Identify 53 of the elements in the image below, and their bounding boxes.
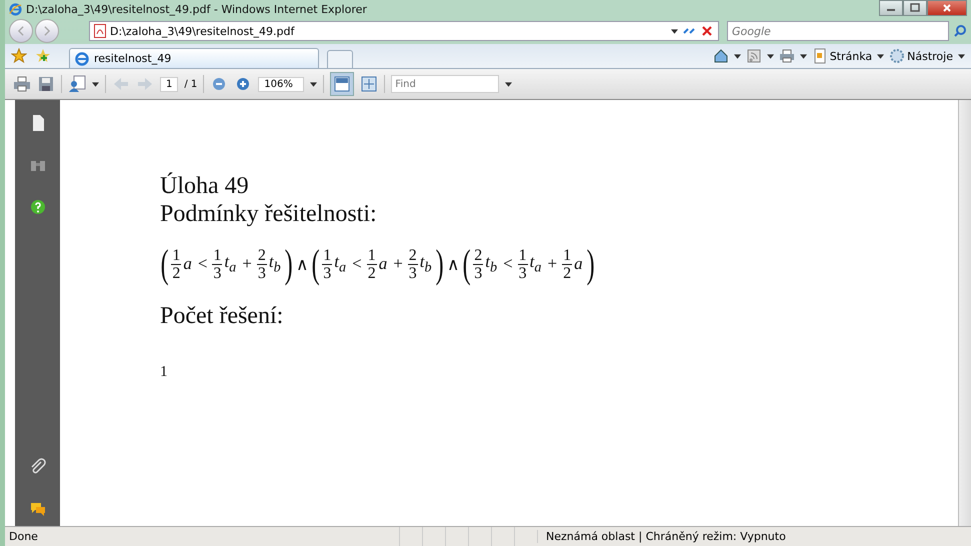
printer-icon[interactable] — [778, 48, 795, 64]
gear-icon — [889, 48, 906, 64]
printer-icon[interactable] — [13, 75, 31, 93]
tools-menu-button[interactable]: Nástroje — [889, 48, 953, 64]
close-button[interactable] — [927, 0, 967, 16]
address-text: D:\zaloha_3\49\resitelnost_49.pdf — [110, 24, 296, 38]
close-icon — [942, 3, 952, 13]
window-title: D:\zaloha_3\49\resitelnost_49.pdf - Windows Internet Explorer — [26, 2, 367, 16]
minimize-button[interactable] — [879, 0, 903, 16]
add-favorite-icon[interactable] — [35, 48, 51, 64]
browser-logo-icon — [74, 50, 90, 66]
dropdown-caret-icon[interactable] — [958, 54, 965, 58]
zone-status: Neznámá oblast | Chráněný režim: Vypnuto — [537, 530, 786, 543]
home-icon[interactable] — [712, 48, 729, 64]
scrollbar[interactable] — [958, 100, 971, 526]
dropdown-caret-icon[interactable] — [877, 54, 884, 58]
browser-tab[interactable]: resitelnost_49 — [69, 48, 319, 68]
address-field[interactable]: D:\zaloha_3\49\resitelnost_49.pdf — [89, 21, 719, 41]
browser-logo-icon — [9, 2, 22, 16]
search-icon[interactable] — [953, 24, 967, 38]
stop-icon[interactable] — [700, 24, 714, 38]
feed-icon[interactable] — [746, 48, 762, 64]
dropdown-caret-icon[interactable] — [766, 54, 774, 58]
dropdown-caret-icon[interactable] — [92, 82, 99, 86]
document-label: Počet řešení: — [160, 302, 284, 330]
fit-width-icon — [333, 75, 352, 93]
zoom-field[interactable]: 106% — [258, 76, 304, 92]
pdf-file-icon — [94, 24, 106, 38]
page-icon — [812, 48, 828, 64]
status-text: Done — [8, 530, 39, 543]
dropdown-caret-icon[interactable] — [800, 54, 807, 58]
document-heading: Úloha 49 — [160, 172, 250, 200]
page-number-field[interactable]: 1 — [160, 76, 178, 92]
dropdown-caret-icon[interactable] — [671, 28, 678, 34]
document-value: 1 — [160, 364, 168, 381]
find-field[interactable]: Find — [391, 75, 500, 93]
maximize-icon — [910, 3, 920, 13]
dropdown-caret-icon[interactable] — [505, 82, 512, 86]
page-menu-button[interactable]: Stránka — [812, 48, 872, 64]
help-icon[interactable] — [28, 198, 46, 216]
dropdown-caret-icon[interactable] — [734, 54, 741, 58]
fit-page-icon[interactable] — [360, 75, 378, 93]
dropdown-caret-icon[interactable] — [310, 82, 318, 86]
search-field[interactable]: Google — [727, 21, 949, 41]
save-icon[interactable] — [37, 75, 55, 93]
favorites-star-icon[interactable] — [11, 48, 27, 64]
document-subheading: Podmínky řešitelnosti: — [160, 200, 378, 228]
comments-icon[interactable] — [28, 500, 46, 518]
paperclip-icon[interactable] — [28, 458, 46, 476]
maximize-button[interactable] — [903, 0, 927, 16]
fit-width-button[interactable] — [330, 72, 354, 96]
page-count: / 1 — [184, 78, 198, 90]
user-document-icon[interactable] — [68, 75, 86, 93]
